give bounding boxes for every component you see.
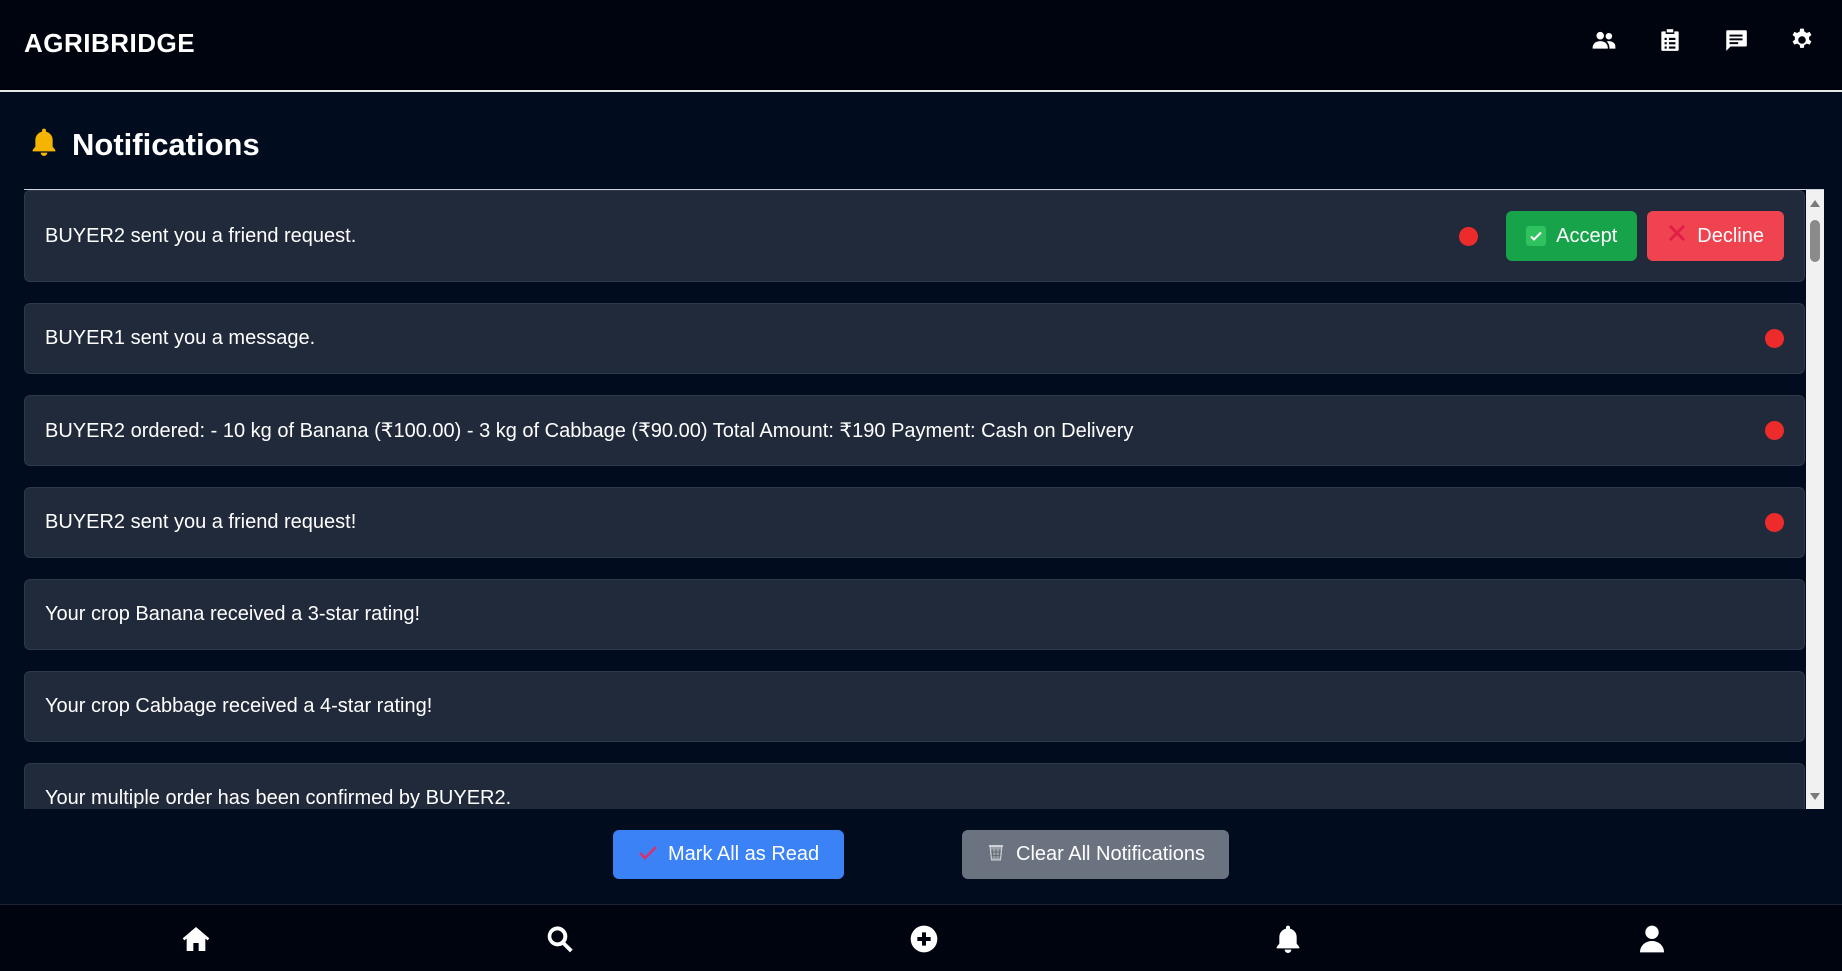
- clear-all-label: Clear All Notifications: [1016, 843, 1205, 865]
- gear-icon[interactable]: [1788, 26, 1816, 54]
- page-title: Notifications: [72, 126, 260, 162]
- mark-all-read-label: Mark All as Read: [668, 843, 820, 865]
- close-icon: [1667, 223, 1687, 249]
- notification-text: Your crop Cabbage received a 4-star rati…: [45, 695, 433, 717]
- notification-item[interactable]: Your multiple order has been confirmed b…: [24, 763, 1805, 809]
- message-icon[interactable]: [1722, 26, 1750, 54]
- scroll-up-arrow-icon[interactable]: [1810, 200, 1820, 207]
- decline-label: Decline: [1697, 224, 1764, 247]
- page-heading: Notifications: [28, 126, 260, 163]
- notification-item[interactable]: BUYER2 sent you a friend request!: [24, 487, 1805, 558]
- notification-text: BUYER2 sent you a friend request.: [45, 224, 357, 247]
- decline-button[interactable]: Decline: [1647, 211, 1784, 261]
- unread-dot: [1459, 226, 1479, 246]
- unread-dot: [1765, 513, 1784, 532]
- top-icon-group: [1590, 26, 1816, 54]
- notification-list[interactable]: BUYER2 sent you a friend request. Accept…: [24, 189, 1824, 809]
- clipboard-icon[interactable]: [1656, 26, 1684, 54]
- scroll-down-arrow-icon[interactable]: [1810, 793, 1820, 800]
- bell-icon[interactable]: [1271, 922, 1305, 956]
- brand-logo[interactable]: AGRIBRIDGE: [24, 28, 195, 59]
- accept-button[interactable]: Accept: [1506, 211, 1638, 261]
- users-icon[interactable]: [1590, 26, 1618, 54]
- notification-item[interactable]: BUYER2 ordered: - 10 kg of Banana (₹100.…: [24, 395, 1805, 466]
- scrollbar[interactable]: [1806, 190, 1824, 809]
- notification-item[interactable]: BUYER1 sent you a message.: [24, 303, 1805, 374]
- unread-dot: [1765, 329, 1784, 348]
- notification-text: Your multiple order has been confirmed b…: [45, 787, 512, 809]
- wastebasket-icon: [986, 842, 1006, 868]
- home-icon[interactable]: [179, 922, 213, 956]
- bell-icon: [28, 126, 60, 163]
- check-icon: [1526, 226, 1547, 246]
- notification-text: Your crop Banana received a 3-star ratin…: [45, 603, 421, 625]
- accept-label: Accept: [1556, 224, 1618, 247]
- notification-text: BUYER2 ordered: - 10 kg of Banana (₹100.…: [45, 420, 1134, 442]
- notification-item[interactable]: Your crop Banana received a 3-star ratin…: [24, 579, 1805, 650]
- unread-dot: [1765, 421, 1784, 440]
- bottom-nav: [0, 904, 1842, 971]
- search-icon[interactable]: [543, 922, 577, 956]
- top-bar: AGRIBRIDGE: [0, 0, 1842, 92]
- clear-all-button[interactable]: Clear All Notifications: [962, 830, 1229, 879]
- mark-all-read-button[interactable]: Mark All as Read: [613, 830, 845, 879]
- add-circle-icon[interactable]: [907, 922, 941, 956]
- scrollbar-thumb[interactable]: [1810, 220, 1820, 262]
- user-icon[interactable]: [1635, 922, 1669, 956]
- notification-item[interactable]: Your crop Cabbage received a 4-star rati…: [24, 671, 1805, 742]
- notification-text: BUYER2 sent you a friend request!: [45, 511, 357, 533]
- checkmark-icon: [638, 842, 658, 868]
- notification-text: BUYER1 sent you a message.: [45, 327, 316, 349]
- notification-item[interactable]: BUYER2 sent you a friend request. Accept…: [24, 190, 1805, 282]
